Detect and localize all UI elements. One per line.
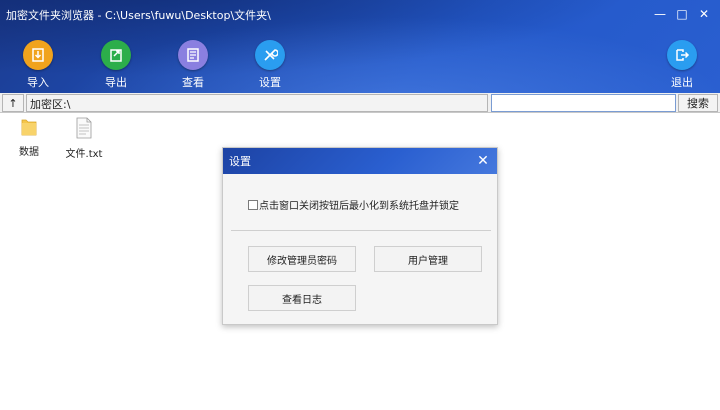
view-log-button[interactable]: 查看日志	[248, 285, 356, 311]
settings-dialog: 设置 ✕ 点击窗口关闭按钮后最小化到系统托盘并锁定 修改管理员密码 用户管理 查…	[222, 147, 498, 325]
change-admin-password-button[interactable]: 修改管理员密码	[248, 246, 356, 272]
settings-button[interactable]: 设置	[245, 40, 295, 90]
text-file-icon	[76, 117, 92, 139]
folder-icon	[21, 119, 37, 136]
view-label: 查看	[182, 76, 204, 89]
export-button[interactable]: 导出	[91, 40, 141, 90]
maximize-button[interactable]: □	[674, 6, 690, 22]
file-name: 数据	[19, 147, 39, 158]
export-icon	[101, 40, 131, 70]
search-input[interactable]	[491, 94, 676, 112]
address-bar: ↑ 加密区:\ 搜索	[0, 93, 720, 113]
exit-button[interactable]: 退出	[657, 40, 707, 90]
minimize-to-tray-checkbox[interactable]	[248, 199, 258, 210]
file-item[interactable]: 数据	[9, 117, 49, 158]
header-bar: 加密文件夹浏览器 - C:\Users\fuwu\Desktop\文件夹\ — …	[0, 0, 720, 93]
exit-label: 退出	[671, 76, 693, 89]
up-folder-button[interactable]: ↑	[2, 94, 24, 112]
search-button[interactable]: 搜索	[678, 94, 718, 112]
import-label: 导入	[27, 76, 49, 89]
settings-label: 设置	[259, 76, 281, 89]
exit-icon	[667, 40, 697, 70]
tools-icon	[255, 40, 285, 70]
user-management-button[interactable]: 用户管理	[374, 246, 482, 272]
file-item[interactable]: 文件.txt	[64, 117, 104, 160]
close-button[interactable]: ✕	[696, 6, 712, 22]
file-name: 文件.txt	[65, 149, 103, 160]
divider	[231, 230, 491, 231]
import-icon	[23, 40, 53, 70]
dialog-title: 设置	[229, 155, 251, 168]
path-field[interactable]: 加密区:\	[26, 94, 488, 112]
export-label: 导出	[105, 76, 127, 89]
dialog-close-icon[interactable]: ✕	[475, 153, 491, 169]
import-button[interactable]: 导入	[13, 40, 63, 90]
document-view-icon	[178, 40, 208, 70]
dialog-header: 设置 ✕	[223, 148, 497, 174]
view-button[interactable]: 查看	[168, 40, 218, 90]
window-title: 加密文件夹浏览器 - C:\Users\fuwu\Desktop\文件夹\	[6, 9, 271, 22]
minimize-button[interactable]: —	[652, 6, 668, 22]
minimize-to-tray-label: 点击窗口关闭按钮后最小化到系统托盘并锁定	[259, 201, 459, 212]
minimize-to-tray-option[interactable]: 点击窗口关闭按钮后最小化到系统托盘并锁定	[248, 197, 459, 212]
window-controls: — □ ✕	[652, 6, 712, 22]
app-window: 加密文件夹浏览器 - C:\Users\fuwu\Desktop\文件夹\ — …	[0, 0, 720, 410]
